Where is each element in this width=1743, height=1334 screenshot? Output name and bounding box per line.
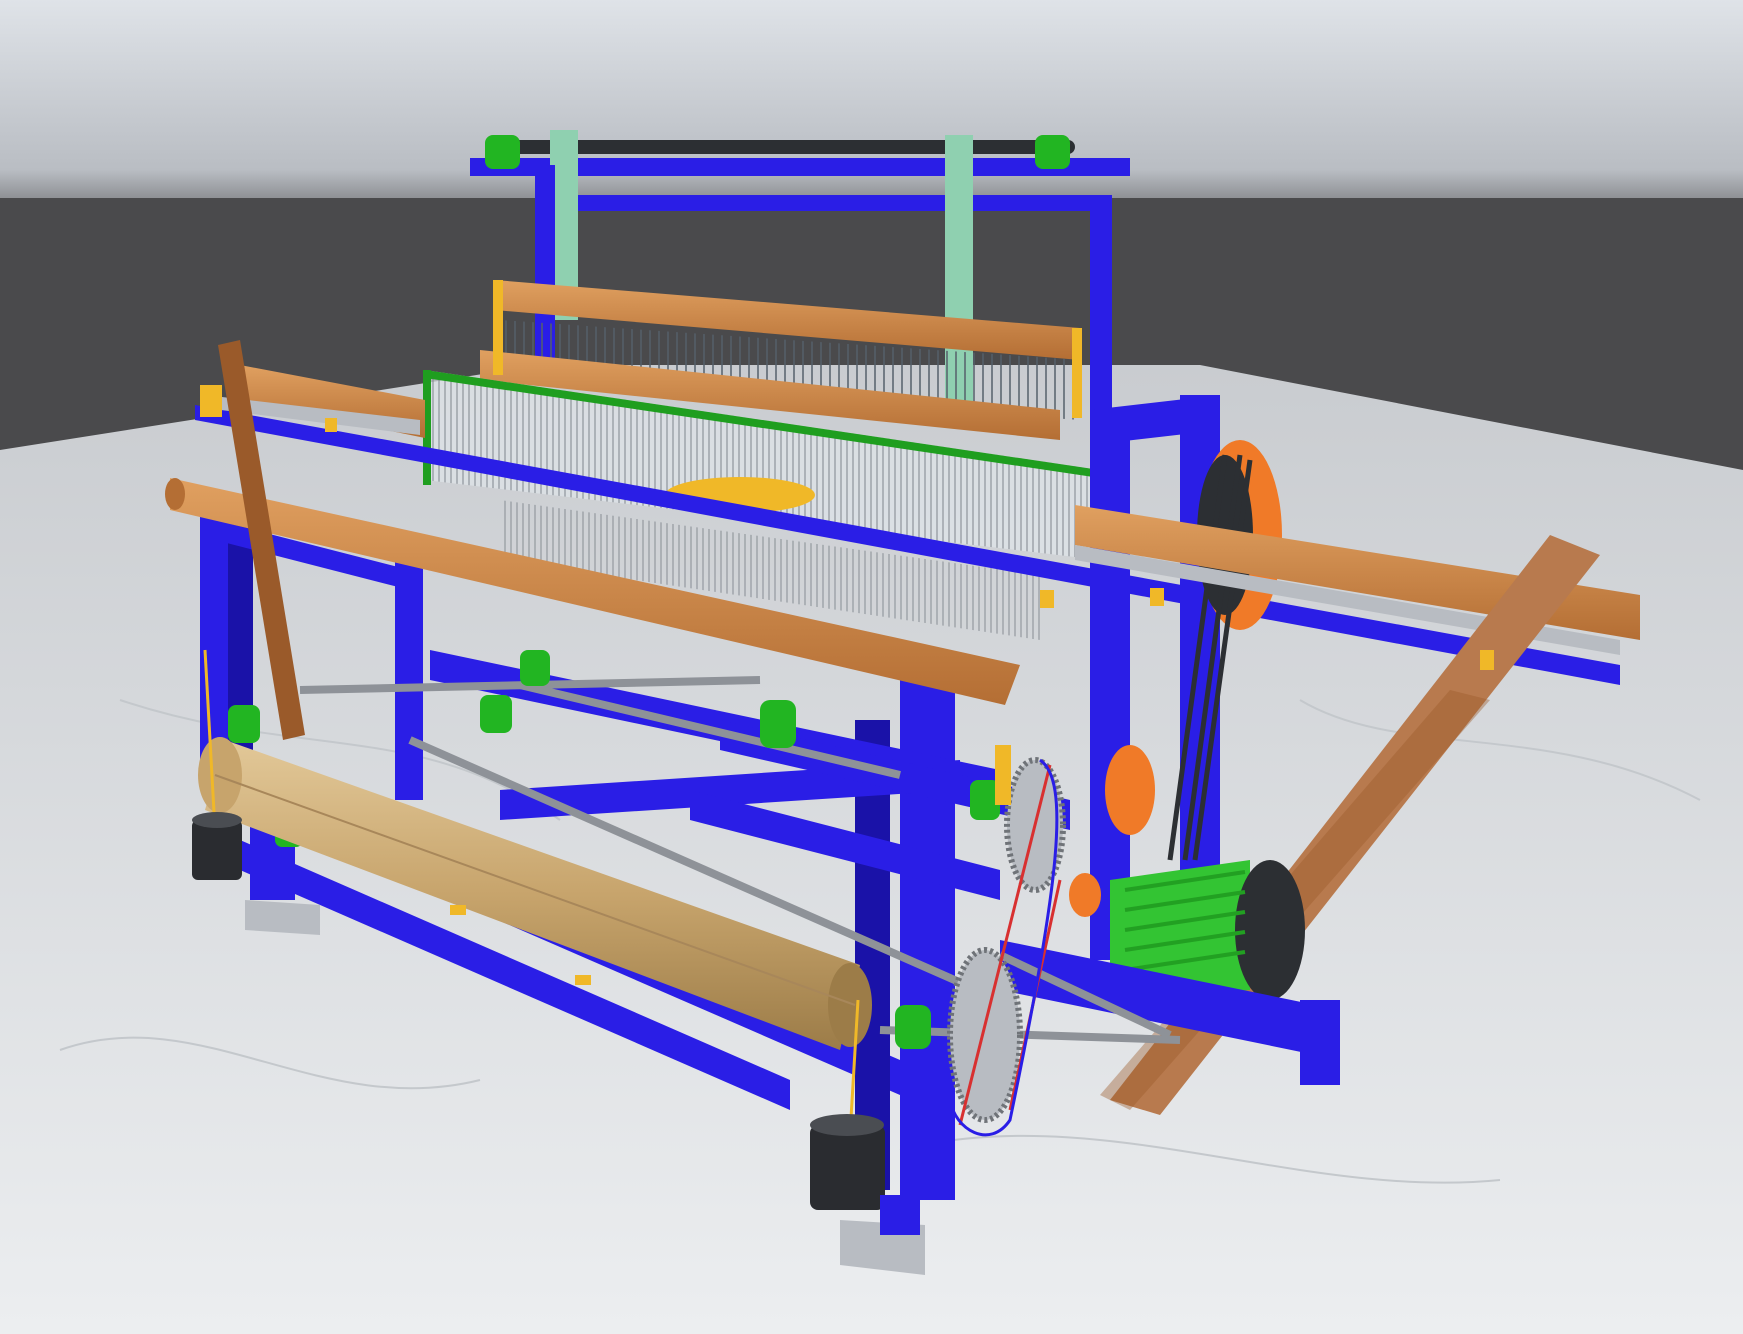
bearing-left (485, 135, 520, 169)
right-base-leg (1300, 1000, 1340, 1085)
bearing-right (1035, 135, 1070, 169)
render-viewport (0, 0, 1743, 1334)
loom-scene (0, 0, 1743, 1334)
small-pulley (1105, 745, 1155, 835)
